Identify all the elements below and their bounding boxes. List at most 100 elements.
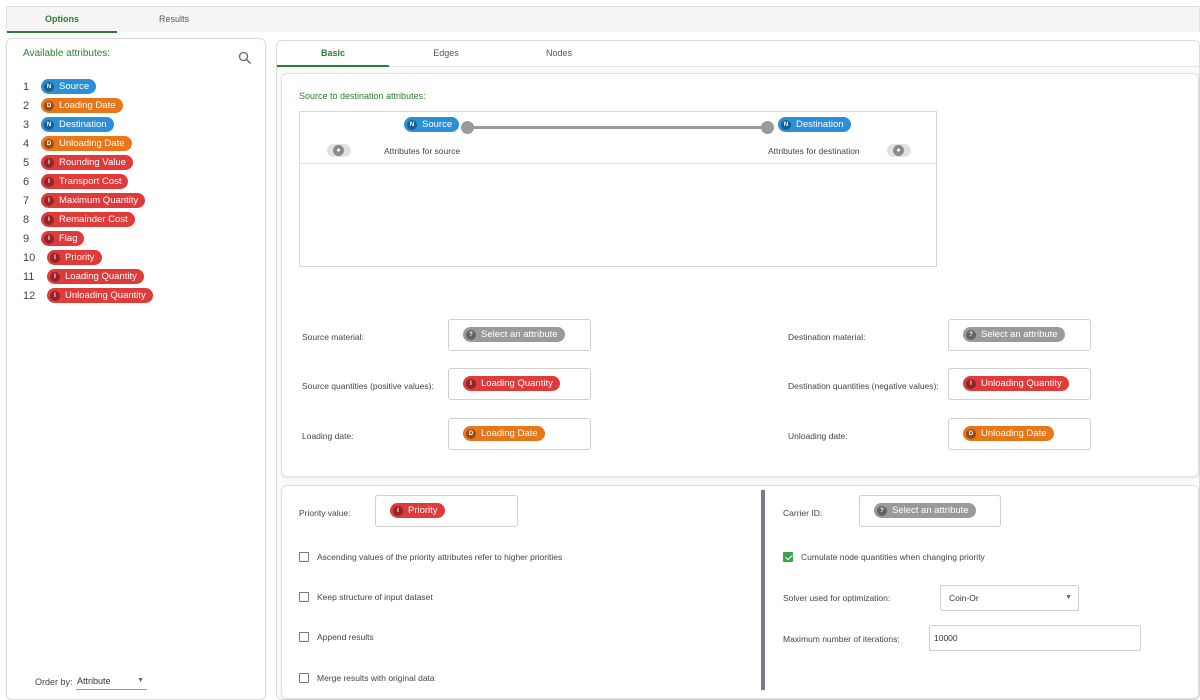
- append-results-checkbox[interactable]: [299, 632, 309, 642]
- ascending-priority-checkbox[interactable]: [299, 552, 309, 562]
- source-quantities-field[interactable]: I Loading Quantity: [448, 368, 591, 400]
- list-item[interactable]: 11 I Loading Quantity: [23, 267, 263, 286]
- append-results-row[interactable]: Append results: [299, 632, 374, 642]
- attribute-chip[interactable]: ? Select an attribute: [963, 327, 1065, 342]
- order-by-label: Order by:: [35, 677, 73, 687]
- keep-structure-checkbox[interactable]: [299, 592, 309, 602]
- max-iterations-input[interactable]: 10000: [929, 625, 1141, 651]
- list-item[interactable]: 2 D Loading Date: [23, 96, 263, 115]
- attribute-chip[interactable]: I Loading Quantity: [47, 269, 144, 284]
- attribute-chip[interactable]: I Flag: [41, 231, 85, 246]
- attribute-chip[interactable]: D Loading Date: [41, 98, 123, 113]
- attr-index: 10: [23, 251, 36, 264]
- tab-options[interactable]: Options: [7, 7, 117, 33]
- attribute-chip[interactable]: ? Select an attribute: [463, 327, 565, 342]
- loading-date-field[interactable]: D Loading Date: [448, 418, 591, 450]
- attribute-chip[interactable]: ? Select an attribute: [874, 503, 976, 518]
- destination-material-field[interactable]: ? Select an attribute: [948, 319, 1091, 351]
- ascending-priority-label: Ascending values of the priority attribu…: [317, 552, 563, 562]
- list-item[interactable]: 1 N Source: [23, 77, 263, 96]
- destination-chip[interactable]: N Destination: [778, 117, 851, 132]
- attr-label: Source: [59, 81, 90, 92]
- solver-select[interactable]: Coin-Or ▼: [940, 585, 1079, 611]
- tab-nodes[interactable]: Nodes: [503, 41, 615, 67]
- carrier-id-field[interactable]: ? Select an attribute: [859, 495, 1001, 527]
- priority-value-field[interactable]: I Priority: [375, 495, 518, 527]
- attribute-chip[interactable]: I Maximum Quantity: [41, 193, 146, 208]
- attr-index: 11: [23, 270, 35, 283]
- merge-results-row[interactable]: Merge results with original data: [299, 673, 435, 683]
- attr-index: 3: [23, 118, 30, 131]
- source-handle[interactable]: [461, 121, 474, 134]
- integer-type-icon: I: [44, 157, 54, 168]
- attribute-chip[interactable]: D Unloading Date: [41, 136, 132, 151]
- keep-structure-row[interactable]: Keep structure of input dataset: [299, 592, 433, 602]
- attribute-chip[interactable]: I Loading Quantity: [463, 376, 560, 391]
- list-item[interactable]: 9 I Flag: [23, 229, 263, 248]
- options-panel: Basic Edges Nodes Source to destination …: [276, 40, 1200, 700]
- cumulate-checkbox[interactable]: [783, 552, 793, 562]
- list-item[interactable]: 12 I Unloading Quantity: [23, 286, 263, 305]
- mapping-section-title: Source to destination attributes:: [299, 91, 426, 101]
- list-item[interactable]: 4 D Unloading Date: [23, 134, 263, 153]
- nominal-type-icon: N: [44, 81, 54, 92]
- integer-type-icon: I: [44, 214, 54, 225]
- attribute-chip[interactable]: D Unloading Date: [963, 426, 1054, 441]
- tab-results[interactable]: Results: [119, 7, 229, 33]
- tab-basic[interactable]: Basic: [277, 41, 389, 67]
- destination-quantities-field[interactable]: I Unloading Quantity: [948, 368, 1091, 400]
- source-material-field[interactable]: ? Select an attribute: [448, 319, 591, 351]
- attribute-chip[interactable]: N Source: [41, 79, 97, 94]
- chip-label: Priority: [408, 505, 438, 516]
- unloading-date-field[interactable]: D Unloading Date: [948, 418, 1091, 450]
- loading-date-label: Loading date:: [302, 431, 354, 441]
- cumulate-row[interactable]: Cumulate node quantities when changing p…: [783, 552, 985, 562]
- order-by-select[interactable]: Attribute ▼: [76, 672, 147, 690]
- list-item[interactable]: 10 I Priority: [23, 248, 263, 267]
- ascending-priority-row[interactable]: Ascending values of the priority attribu…: [299, 552, 562, 562]
- attribute-chip[interactable]: I Rounding Value: [41, 155, 133, 170]
- tab-edges[interactable]: Edges: [390, 41, 502, 67]
- source-chip[interactable]: N Source: [404, 117, 460, 132]
- list-item[interactable]: 5 I Rounding Value: [23, 153, 263, 172]
- chip-label: Unloading Quantity: [981, 378, 1062, 389]
- integer-type-icon: I: [50, 271, 60, 282]
- list-item[interactable]: 7 I Maximum Quantity: [23, 191, 263, 210]
- cumulate-label: Cumulate node quantities when changing p…: [801, 552, 985, 562]
- tab-results-label: Results: [158, 14, 189, 24]
- attribute-chip[interactable]: I Transport Cost: [41, 174, 129, 189]
- attr-index: 8: [23, 213, 30, 226]
- date-type-icon: D: [466, 428, 476, 439]
- attribute-chip[interactable]: I Remainder Cost: [41, 212, 135, 227]
- source-attrs-toggle[interactable]: ●: [327, 144, 351, 157]
- search-icon[interactable]: [238, 51, 252, 65]
- attr-index: 5: [23, 156, 30, 169]
- unknown-type-icon: ?: [877, 505, 887, 516]
- attr-index: 12: [23, 289, 36, 302]
- attribute-chip[interactable]: I Priority: [47, 250, 102, 265]
- chip-label: Select an attribute: [481, 329, 558, 340]
- attribute-chip[interactable]: I Unloading Quantity: [47, 288, 153, 303]
- attr-index: 6: [23, 175, 30, 188]
- attribute-chip[interactable]: I Priority: [390, 503, 445, 518]
- integer-type-icon: I: [393, 505, 403, 516]
- attr-index: 7: [23, 194, 30, 207]
- list-item[interactable]: 3 N Destination: [23, 115, 263, 134]
- integer-type-icon: I: [466, 378, 476, 389]
- destination-handle[interactable]: [761, 121, 774, 134]
- attribute-chip[interactable]: I Unloading Quantity: [963, 376, 1069, 391]
- list-item[interactable]: 6 I Transport Cost: [23, 172, 263, 191]
- list-item[interactable]: 8 I Remainder Cost: [23, 210, 263, 229]
- attribute-chip[interactable]: D Loading Date: [463, 426, 545, 441]
- dest-attrs-toggle[interactable]: ●: [887, 144, 911, 157]
- user-icon: ●: [333, 145, 344, 156]
- source-material-label: Source material:: [302, 332, 364, 342]
- attr-index: 1: [23, 80, 30, 93]
- integer-type-icon: I: [44, 233, 54, 244]
- unknown-type-icon: ?: [966, 329, 976, 340]
- attr-index: 4: [23, 137, 30, 150]
- merge-results-checkbox[interactable]: [299, 673, 309, 683]
- attribute-chip[interactable]: N Destination: [41, 117, 114, 132]
- integer-type-icon: I: [50, 252, 60, 263]
- attr-label: Transport Cost: [59, 176, 122, 187]
